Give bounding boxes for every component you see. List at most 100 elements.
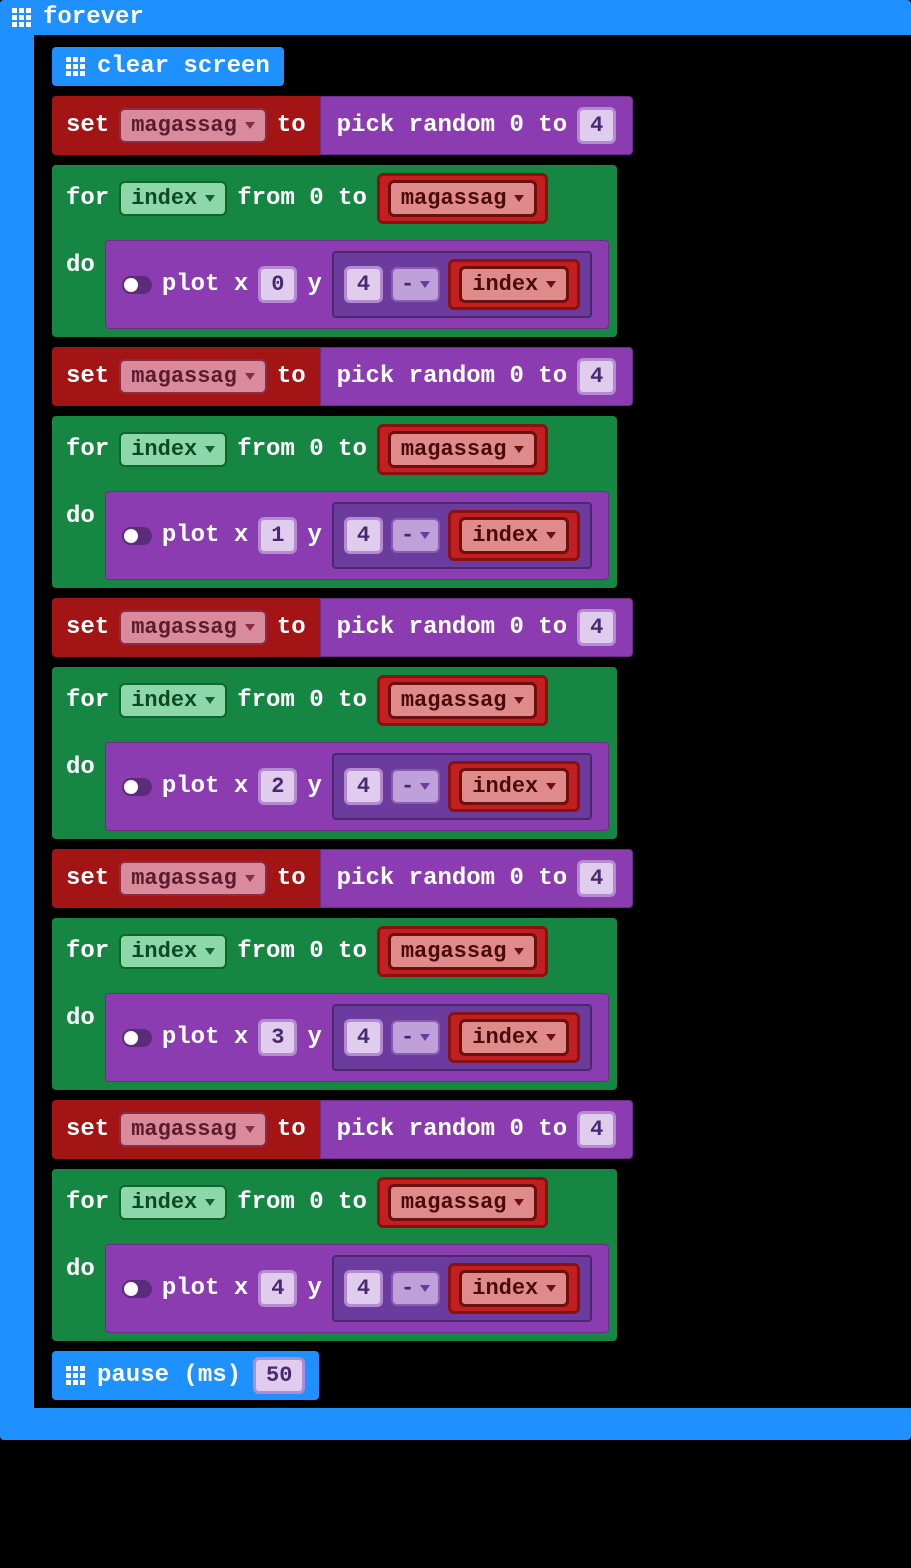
variable-dropdown[interactable]: magassag bbox=[119, 861, 267, 896]
y-right-slot[interactable]: index bbox=[448, 1012, 580, 1063]
operator-dropdown[interactable]: - bbox=[391, 769, 440, 804]
random-max-input[interactable]: 4 bbox=[577, 609, 616, 646]
loop-limit-slot[interactable]: magassag bbox=[377, 926, 549, 977]
set-variable-row[interactable]: set magassag to pick random 0 to 4 bbox=[52, 598, 633, 657]
math-expression[interactable]: 4 - index bbox=[332, 502, 592, 569]
variable-name: magassag bbox=[131, 1117, 237, 1142]
random-max-input[interactable]: 4 bbox=[577, 860, 616, 897]
y-left-input[interactable]: 4 bbox=[344, 1270, 383, 1307]
operator-dropdown[interactable]: - bbox=[391, 267, 440, 302]
loop-var-dropdown[interactable]: index bbox=[119, 1185, 227, 1220]
math-expression[interactable]: 4 - index bbox=[332, 753, 592, 820]
for-loop-block[interactable]: for index from 0 to magassag do plot x 2… bbox=[52, 667, 617, 839]
loop-limit-var-dropdown[interactable]: magassag bbox=[388, 180, 538, 217]
for-header[interactable]: for index from 0 to magassag bbox=[52, 667, 617, 734]
operator-dropdown[interactable]: - bbox=[391, 1020, 440, 1055]
for-loop-block[interactable]: for index from 0 to magassag do plot x 0… bbox=[52, 165, 617, 337]
set-variable-row[interactable]: set magassag to pick random 0 to 4 bbox=[52, 849, 633, 908]
plot-x-input[interactable]: 1 bbox=[258, 517, 297, 554]
operator-dropdown[interactable]: - bbox=[391, 518, 440, 553]
plot-block[interactable]: plot x 1 y 4 - index bbox=[105, 491, 609, 580]
pick-random-block[interactable]: pick random 0 to 4 bbox=[320, 347, 634, 406]
plot-block[interactable]: plot x 0 y 4 - index bbox=[105, 240, 609, 329]
set-variable-row[interactable]: set magassag to pick random 0 to 4 bbox=[52, 347, 633, 406]
y-right-var-dropdown[interactable]: index bbox=[459, 517, 569, 554]
for-loop-block[interactable]: for index from 0 to magassag do plot x 4… bbox=[52, 1169, 617, 1341]
variable-dropdown[interactable]: magassag bbox=[119, 1112, 267, 1147]
random-max-input[interactable]: 4 bbox=[577, 107, 616, 144]
toggle-icon[interactable] bbox=[122, 527, 152, 545]
set-variable-row[interactable]: set magassag to pick random 0 to 4 bbox=[52, 1100, 633, 1159]
forever-header[interactable]: forever bbox=[0, 0, 162, 35]
y-right-slot[interactable]: index bbox=[448, 761, 580, 812]
loop-limit-var-dropdown[interactable]: magassag bbox=[388, 682, 538, 719]
for-loop-block[interactable]: for index from 0 to magassag do plot x 1… bbox=[52, 416, 617, 588]
plot-block[interactable]: plot x 2 y 4 - index bbox=[105, 742, 609, 831]
toggle-icon[interactable] bbox=[122, 778, 152, 796]
pick-random-block[interactable]: pick random 0 to 4 bbox=[320, 849, 634, 908]
random-max-input[interactable]: 4 bbox=[577, 1111, 616, 1148]
y-right-slot[interactable]: index bbox=[448, 510, 580, 561]
loop-limit-slot[interactable]: magassag bbox=[377, 173, 549, 224]
loop-limit-var-dropdown[interactable]: magassag bbox=[388, 933, 538, 970]
for-header[interactable]: for index from 0 to magassag bbox=[52, 165, 617, 232]
pick-random-block[interactable]: pick random 0 to 4 bbox=[320, 598, 634, 657]
for-header[interactable]: for index from 0 to magassag bbox=[52, 416, 617, 483]
y-right-var-dropdown[interactable]: index bbox=[459, 1019, 569, 1056]
y-left-input[interactable]: 4 bbox=[344, 768, 383, 805]
set-block[interactable]: set magassag to bbox=[52, 347, 320, 406]
pause-block[interactable]: pause (ms) 50 bbox=[52, 1351, 319, 1400]
pick-random-block[interactable]: pick random 0 to 4 bbox=[320, 1100, 634, 1159]
math-expression[interactable]: 4 - index bbox=[332, 251, 592, 318]
forever-block[interactable]: forever clear screen set magassag to pic… bbox=[0, 0, 911, 1440]
toggle-icon[interactable] bbox=[122, 276, 152, 294]
y-left-input[interactable]: 4 bbox=[344, 517, 383, 554]
operator-dropdown[interactable]: - bbox=[391, 1271, 440, 1306]
set-block[interactable]: set magassag to bbox=[52, 849, 320, 908]
loop-var-dropdown[interactable]: index bbox=[119, 181, 227, 216]
loop-limit-var: magassag bbox=[401, 688, 507, 713]
variable-dropdown[interactable]: magassag bbox=[119, 108, 267, 143]
y-right-slot[interactable]: index bbox=[448, 259, 580, 310]
set-block[interactable]: set magassag to bbox=[52, 1100, 320, 1159]
set-block[interactable]: set magassag to bbox=[52, 598, 320, 657]
variable-dropdown[interactable]: magassag bbox=[119, 359, 267, 394]
for-loop-block[interactable]: for index from 0 to magassag do plot x 3… bbox=[52, 918, 617, 1090]
set-variable-row[interactable]: set magassag to pick random 0 to 4 bbox=[52, 96, 633, 155]
random-max-input[interactable]: 4 bbox=[577, 358, 616, 395]
clear-screen-block[interactable]: clear screen bbox=[52, 47, 284, 86]
loop-limit-slot[interactable]: magassag bbox=[377, 675, 549, 726]
variable-dropdown[interactable]: magassag bbox=[119, 610, 267, 645]
toggle-icon[interactable] bbox=[122, 1029, 152, 1047]
math-expression[interactable]: 4 - index bbox=[332, 1255, 592, 1322]
plot-block[interactable]: plot x 3 y 4 - index bbox=[105, 993, 609, 1082]
do-label: do bbox=[66, 742, 95, 781]
y-right-var-dropdown[interactable]: index bbox=[459, 1270, 569, 1307]
plot-x-input[interactable]: 4 bbox=[258, 1270, 297, 1307]
y-left-input[interactable]: 4 bbox=[344, 1019, 383, 1056]
loop-limit-var-dropdown[interactable]: magassag bbox=[388, 1184, 538, 1221]
loop-var-dropdown[interactable]: index bbox=[119, 934, 227, 969]
pick-random-block[interactable]: pick random 0 to 4 bbox=[320, 96, 634, 155]
plot-x-input[interactable]: 2 bbox=[258, 768, 297, 805]
loop-var-dropdown[interactable]: index bbox=[119, 683, 227, 718]
set-block[interactable]: set magassag to bbox=[52, 96, 320, 155]
y-right-var-dropdown[interactable]: index bbox=[459, 266, 569, 303]
for-header[interactable]: for index from 0 to magassag bbox=[52, 1169, 617, 1236]
y-right-slot[interactable]: index bbox=[448, 1263, 580, 1314]
loop-var-dropdown[interactable]: index bbox=[119, 432, 227, 467]
y-left-input[interactable]: 4 bbox=[344, 266, 383, 303]
chevron-down-icon bbox=[514, 948, 524, 955]
set-label: set bbox=[66, 112, 109, 139]
y-right-var-dropdown[interactable]: index bbox=[459, 768, 569, 805]
plot-x-input[interactable]: 0 bbox=[258, 266, 297, 303]
loop-limit-slot[interactable]: magassag bbox=[377, 1177, 549, 1228]
pause-value-input[interactable]: 50 bbox=[253, 1357, 305, 1394]
loop-limit-var-dropdown[interactable]: magassag bbox=[388, 431, 538, 468]
plot-x-input[interactable]: 3 bbox=[258, 1019, 297, 1056]
loop-limit-slot[interactable]: magassag bbox=[377, 424, 549, 475]
plot-block[interactable]: plot x 4 y 4 - index bbox=[105, 1244, 609, 1333]
math-expression[interactable]: 4 - index bbox=[332, 1004, 592, 1071]
toggle-icon[interactable] bbox=[122, 1280, 152, 1298]
for-header[interactable]: for index from 0 to magassag bbox=[52, 918, 617, 985]
